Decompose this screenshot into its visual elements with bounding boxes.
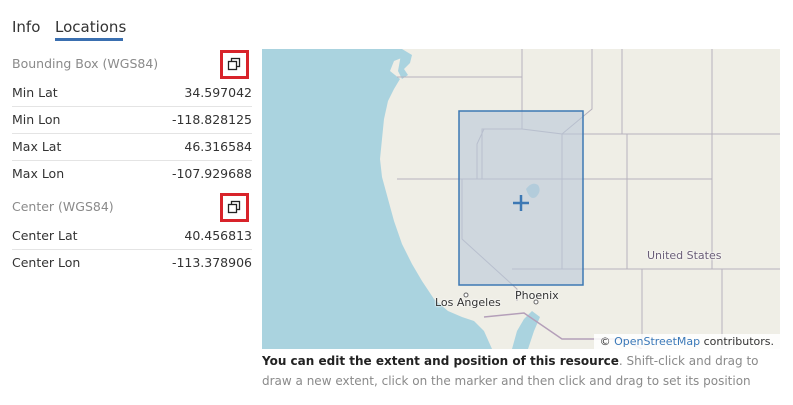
row-value: -107.929688 (171, 165, 252, 181)
map-view[interactable]: Los Angeles Phoenix United States © Open… (262, 49, 780, 349)
center-title: Center (WGS84) (12, 199, 114, 214)
row-label: Center Lat (12, 227, 78, 243)
copy-center-button[interactable] (220, 193, 249, 222)
bounding-box-title: Bounding Box (WGS84) (12, 56, 159, 71)
attribution-suffix: contributors. (703, 335, 774, 348)
row-label: Min Lon (12, 111, 61, 127)
copy-icon (227, 57, 241, 71)
map-attribution: © OpenStreetMap contributors. (593, 334, 780, 349)
bbox-row-max-lon: Max Lon -107.929688 (12, 160, 252, 186)
center-row-lon: Center Lon -113.378906 (12, 249, 252, 275)
help-text-bold: You can edit the extent and position of … (262, 354, 619, 368)
bbox-row-min-lon: Min Lon -118.828125 (12, 106, 252, 132)
row-label: Min Lat (12, 84, 58, 100)
center-row-lat: Center Lat 40.456813 (12, 222, 252, 248)
label-los-angeles: Los Angeles (435, 296, 501, 309)
row-value: 46.316584 (184, 138, 252, 154)
row-value: -113.378906 (171, 254, 252, 270)
map-help-text: You can edit the extent and position of … (262, 351, 787, 391)
tab-info[interactable]: Info (12, 18, 40, 36)
openstreetmap-link[interactable]: OpenStreetMap (614, 335, 700, 348)
row-value: 40.456813 (184, 227, 252, 243)
bbox-row-max-lat: Max Lat 46.316584 (12, 133, 252, 159)
row-label: Center Lon (12, 254, 81, 270)
row-value: -118.828125 (171, 111, 252, 127)
active-tab-indicator (55, 38, 123, 41)
row-label: Max Lon (12, 165, 65, 181)
label-phoenix: Phoenix (515, 289, 559, 302)
attribution-prefix: © (599, 335, 611, 348)
copy-icon (227, 200, 241, 214)
label-united-states: United States (647, 249, 722, 262)
row-label: Max Lat (12, 138, 62, 154)
tab-locations[interactable]: Locations (55, 18, 126, 36)
bbox-row-min-lat: Min Lat 34.597042 (12, 79, 252, 105)
copy-bounding-box-button[interactable] (220, 50, 249, 79)
map-canvas (262, 49, 780, 349)
row-value: 34.597042 (184, 84, 252, 100)
